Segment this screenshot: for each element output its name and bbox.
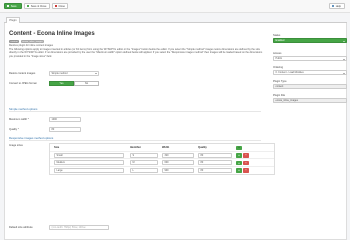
identifier-input[interactable]: L	[130, 167, 158, 173]
divider	[9, 140, 261, 141]
quality-input[interactable]: 80	[49, 126, 81, 132]
plugin-file-field: econa_inline_images	[273, 98, 347, 103]
save-close-label: Save & Close	[30, 4, 47, 8]
plugin-type-value: content	[275, 85, 284, 88]
image-sizes-label: Image sizes	[9, 144, 23, 147]
status-select[interactable]: Enabled	[273, 38, 347, 43]
table-row: Medium M 600 80 + −	[50, 159, 274, 167]
convert-toggle[interactable]: Yes No	[49, 80, 99, 86]
max-width-label: Maximum width *	[9, 118, 29, 121]
size-name-value: Large	[56, 168, 63, 172]
help-label: Help	[335, 4, 342, 8]
save-button[interactable]: Save	[4, 3, 22, 9]
save-label: Save	[10, 4, 17, 8]
default-size-placeholder: (min-width: 768px) 50vw, 100vw	[51, 225, 86, 229]
column-header-quality: Quality	[198, 146, 207, 149]
description-text: The following options apply to images in…	[9, 48, 263, 58]
element-badge: econa_inline_images	[20, 40, 45, 43]
default-size-input[interactable]: (min-width: 768px) 50vw, 100vw	[49, 224, 109, 230]
ordering-label: Ordering	[273, 66, 284, 69]
identifier-input[interactable]: S	[130, 152, 158, 158]
size-name-value: Medium	[56, 161, 66, 165]
no-option[interactable]: No	[74, 80, 99, 86]
quality-label: Quality *	[9, 128, 19, 131]
access-label: Access	[273, 52, 282, 55]
add-row-icon[interactable]: +	[236, 168, 242, 173]
identifier-value: L	[132, 168, 134, 172]
chevron-down-icon	[342, 72, 345, 74]
plugin-type-field: content	[273, 84, 347, 89]
remove-row-icon[interactable]: −	[243, 153, 249, 158]
width-value: 600	[164, 161, 169, 165]
tab-bar: Plugin	[4, 16, 347, 23]
width-value: 900	[164, 168, 169, 172]
default-size-label: Default size attribute	[9, 226, 33, 229]
width-value: 320	[164, 153, 169, 157]
toolbar: Save Save & Close Close Help	[0, 0, 350, 13]
quality-cell-input[interactable]: 80	[198, 167, 232, 173]
table-row: Small S 320 80 + −	[50, 152, 274, 159]
resize-label: Resize content images	[9, 72, 36, 75]
quality-cell-value: 80	[200, 161, 204, 165]
check-icon	[27, 4, 30, 8]
chevron-down-icon	[94, 73, 97, 75]
quality-cell-input[interactable]: 80	[198, 160, 232, 166]
status-label: Status	[273, 34, 281, 37]
access-select[interactable]: Public	[273, 56, 347, 61]
help-button[interactable]: Help	[329, 3, 345, 9]
page-title: Content - Econa Inline Images	[9, 31, 95, 37]
quality-value: 80	[51, 127, 55, 131]
add-row-icon[interactable]: +	[236, 153, 242, 158]
yes-option[interactable]: Yes	[49, 80, 74, 86]
add-row-icon[interactable]: +	[236, 145, 242, 150]
divider	[9, 111, 261, 112]
max-width-input[interactable]: 1000	[49, 116, 81, 122]
size-name-input[interactable]: Large	[54, 167, 124, 173]
ordering-value: 0. Content - Load Modules	[275, 71, 304, 74]
save-icon	[7, 4, 10, 8]
table-header: Size Identifier Width Quality +	[50, 144, 274, 152]
size-name-input[interactable]: Medium	[54, 160, 124, 166]
width-input[interactable]: 900	[162, 167, 194, 173]
identifier-value: S	[132, 153, 135, 157]
close-button[interactable]: Close	[52, 3, 68, 9]
table-row: Large L 900 80 + −	[50, 167, 274, 175]
chevron-down-icon	[342, 58, 345, 60]
chevron-down-icon	[342, 40, 345, 42]
quality-cell-value: 80	[200, 153, 204, 157]
intro-text: Resizes plugin for inline content images	[9, 44, 54, 47]
column-header-identifier: Identifier	[130, 146, 141, 149]
size-name-value: Small	[56, 153, 63, 157]
help-icon	[332, 4, 335, 8]
identifier-input[interactable]: M	[130, 160, 158, 166]
column-header-size: Size	[54, 146, 60, 149]
width-input[interactable]: 320	[162, 152, 194, 158]
quality-cell-input[interactable]: 80	[198, 152, 232, 158]
resize-method-select[interactable]: Simple method	[49, 70, 99, 76]
save-close-button[interactable]: Save & Close	[24, 3, 50, 9]
identifier-value: M	[132, 161, 135, 165]
ordering-select[interactable]: 0. Content - Load Modules	[273, 70, 347, 75]
width-input[interactable]: 600	[162, 160, 194, 166]
plugin-type-label: Plugin Type	[273, 80, 287, 83]
max-width-value: 1000	[51, 117, 57, 121]
remove-row-icon[interactable]: −	[243, 168, 249, 173]
plugin-file-label: Plugin File	[273, 94, 286, 97]
close-icon	[55, 4, 58, 8]
plugin-form: Content - Econa Inline Images content ec…	[4, 23, 347, 240]
size-name-input[interactable]: Small	[54, 152, 124, 158]
status-value: Enabled	[275, 39, 285, 42]
add-row-icon[interactable]: +	[236, 160, 242, 165]
remove-row-icon[interactable]: −	[243, 160, 249, 165]
image-sizes-table: Size Identifier Width Quality + Small S …	[49, 143, 275, 175]
folder-badge: content	[9, 40, 20, 43]
column-header-width: Width	[162, 146, 170, 149]
close-label: Close	[58, 4, 65, 8]
convert-label: Convert to JPEG format	[9, 82, 37, 85]
badge-group: content econa_inline_images	[9, 40, 45, 43]
resize-method-value: Simple method	[51, 71, 68, 75]
access-value: Public	[275, 57, 283, 60]
quality-cell-value: 80	[200, 168, 204, 172]
plugin-file-value: econa_inline_images	[275, 99, 298, 102]
